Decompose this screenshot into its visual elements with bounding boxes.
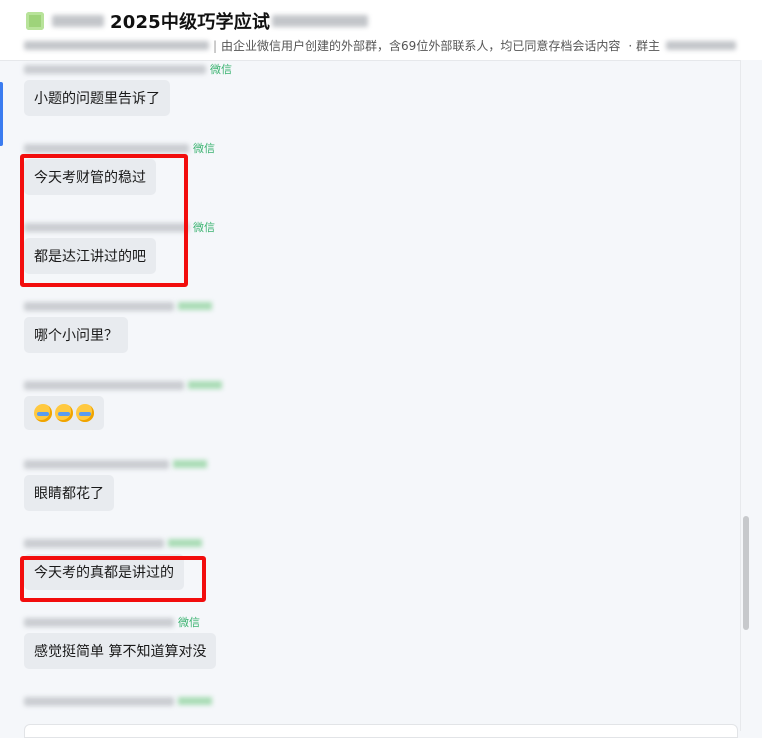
message-item: 微信 小题的问题里告诉了: [24, 62, 232, 116]
message-item: 哪个小问里？: [24, 299, 212, 353]
message-meta: [24, 299, 212, 313]
message-meta: [24, 694, 212, 708]
highlight-box: [20, 556, 206, 602]
message-bubble[interactable]: 小题的问题里告诉了: [24, 80, 170, 116]
chat-title-row: 2025中级巧学应试: [26, 8, 369, 34]
chat-description-row: | 由企业微信用户创建的外部群，含69位外部联系人，均已同意存档会话内容 · 群…: [24, 37, 736, 54]
redacted-owner: [665, 41, 736, 50]
message-item: [24, 378, 222, 430]
redacted-platform: [178, 697, 212, 705]
message-bubble[interactable]: 眼睛都花了: [24, 475, 114, 511]
scrollbar[interactable]: [740, 60, 762, 731]
message-bubble[interactable]: 哪个小问里？: [24, 317, 128, 353]
message-meta: 微信: [24, 141, 215, 155]
redacted-sender: [24, 696, 174, 706]
redacted-prefix: [52, 15, 104, 27]
message-meta: [24, 378, 222, 392]
redacted-sender: [24, 380, 184, 390]
chat-description: 由企业微信用户创建的外部群，含69位外部联系人，均已同意存档会话内容: [221, 39, 621, 53]
message-meta: [24, 457, 207, 471]
scrollbar-thumb[interactable]: [743, 516, 749, 630]
laughing-crying-emoji-icon: [76, 404, 94, 422]
message-meta: 微信: [24, 62, 232, 76]
redacted-sender: [24, 459, 169, 469]
chat-title: 2025中级巧学应试: [110, 12, 271, 33]
laughing-crying-emoji-icon: [34, 404, 52, 422]
redacted-sender: [24, 538, 164, 548]
redacted-suffix: [272, 15, 369, 27]
platform-label: 微信: [210, 63, 232, 76]
group-owner-label: · 群主: [628, 39, 660, 53]
message-item: [24, 694, 212, 708]
platform-label: 微信: [178, 616, 200, 629]
redacted-sender: [24, 64, 206, 74]
message-meta: [24, 536, 202, 550]
laughing-crying-emoji-icon: [55, 404, 73, 422]
message-bubble-emoji[interactable]: [24, 396, 104, 430]
platform-label: 微信: [193, 221, 215, 234]
message-item: 眼睛都花了: [24, 457, 207, 511]
platform-label: 微信: [193, 142, 215, 155]
redacted-sender: [24, 617, 174, 627]
chat-header: 2025中级巧学应试 | 由企业微信用户创建的外部群，含69位外部联系人，均已同…: [0, 0, 762, 61]
group-avatar-icon: [26, 12, 44, 30]
redacted-platform: [173, 460, 207, 468]
redacted-platform: [188, 381, 222, 389]
message-bubble[interactable]: 感觉挺简单 算不知道算对没: [24, 633, 217, 669]
redacted-group-info: [24, 41, 209, 50]
highlight-box: [20, 154, 188, 287]
message-item: 微信 感觉挺简单 算不知道算对没: [24, 615, 217, 669]
redacted-platform: [168, 539, 202, 547]
redacted-sender: [24, 301, 174, 311]
message-meta: 微信: [24, 615, 216, 629]
redacted-platform: [178, 302, 212, 310]
message-input-area[interactable]: [24, 724, 738, 738]
redacted-sender: [24, 143, 189, 153]
